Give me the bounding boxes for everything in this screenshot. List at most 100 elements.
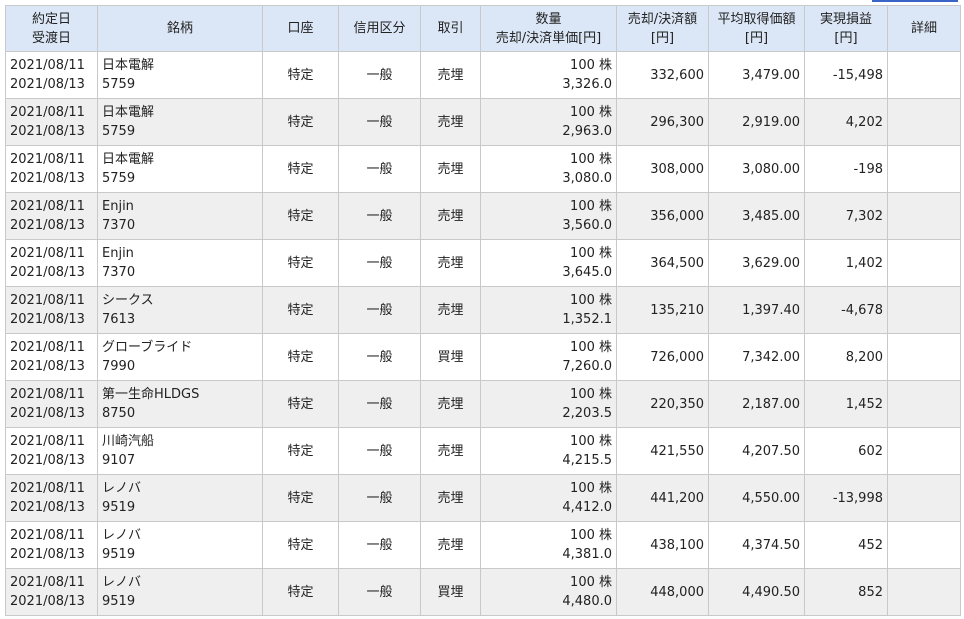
cell-amount: 220,350 bbox=[616, 380, 709, 428]
unit-price: 4,381.0 bbox=[562, 547, 612, 562]
cell-avg-cost: 3,080.00 bbox=[708, 145, 805, 193]
page-link-underline[interactable] bbox=[872, 0, 958, 2]
col-header-amount-bottom: [円] bbox=[650, 30, 675, 46]
cell-realized-pnl: -198 bbox=[804, 145, 888, 193]
quantity: 100 株 bbox=[570, 199, 612, 214]
cell-stock: レノバ 9519 bbox=[97, 521, 263, 569]
cell-stock: レノバ 9519 bbox=[97, 568, 263, 616]
cell-realized-pnl: 452 bbox=[804, 521, 888, 569]
trade-date: 2021/08/11 bbox=[10, 293, 85, 308]
cell-account: 特定 bbox=[262, 333, 339, 381]
cell-credit: 一般 bbox=[338, 427, 421, 475]
cell-amount: 438,100 bbox=[616, 521, 709, 569]
cell-avg-cost: 4,490.50 bbox=[708, 568, 805, 616]
cell-avg-cost: 4,550.00 bbox=[708, 474, 805, 522]
cell-detail bbox=[887, 380, 961, 428]
cell-dates: 2021/08/11 2021/08/13 bbox=[5, 239, 98, 287]
cell-dates: 2021/08/11 2021/08/13 bbox=[5, 98, 98, 146]
cell-stock: シークス 7613 bbox=[97, 286, 263, 334]
cell-amount: 364,500 bbox=[616, 239, 709, 287]
unit-price: 4,480.0 bbox=[562, 594, 612, 609]
cell-account: 特定 bbox=[262, 192, 339, 240]
stock-name: 日本電解 bbox=[102, 105, 155, 120]
cell-amount: 421,550 bbox=[616, 427, 709, 475]
col-header-qty-top: 数量 bbox=[535, 11, 562, 27]
col-header-dates: 約定日 受渡日 bbox=[5, 5, 98, 52]
cell-avg-cost: 2,919.00 bbox=[708, 98, 805, 146]
table-row: 2021/08/11 2021/08/13 レノバ 9519 特定 一般 売埋 100 株 4,… bbox=[5, 474, 961, 522]
stock-code: 9519 bbox=[102, 500, 136, 515]
cell-avg-cost: 1,397.40 bbox=[708, 286, 805, 334]
quantity: 100 株 bbox=[570, 434, 612, 449]
cell-credit: 一般 bbox=[338, 192, 421, 240]
cell-trade: 売埋 bbox=[420, 192, 481, 240]
cell-stock: 川崎汽船 9107 bbox=[97, 427, 263, 475]
unit-price: 3,645.0 bbox=[562, 265, 612, 280]
stock-name: Enjin bbox=[102, 199, 134, 214]
cell-realized-pnl: -15,498 bbox=[804, 51, 888, 99]
unit-price: 7,260.0 bbox=[562, 359, 612, 374]
cell-amount: 308,000 bbox=[616, 145, 709, 193]
col-header-account: 口座 bbox=[262, 5, 339, 52]
stock-code: 5759 bbox=[102, 171, 136, 186]
cell-trade: 売埋 bbox=[420, 239, 481, 287]
stock-name: 日本電解 bbox=[102, 58, 155, 73]
cell-realized-pnl: 1,402 bbox=[804, 239, 888, 287]
settle-date: 2021/08/13 bbox=[10, 218, 85, 233]
quantity: 100 株 bbox=[570, 293, 612, 308]
quantity: 100 株 bbox=[570, 528, 612, 543]
stock-code: 5759 bbox=[102, 77, 136, 92]
cell-account: 特定 bbox=[262, 239, 339, 287]
table-row: 2021/08/11 2021/08/13 シークス 7613 特定 一般 売埋 100 株1… bbox=[5, 286, 961, 334]
trade-date: 2021/08/11 bbox=[10, 58, 85, 73]
cell-account: 特定 bbox=[262, 521, 339, 569]
settle-date: 2021/08/13 bbox=[10, 77, 85, 92]
cell-detail bbox=[887, 286, 961, 334]
cell-account: 特定 bbox=[262, 568, 339, 616]
cell-trade: 売埋 bbox=[420, 51, 481, 99]
cell-stock: Enjin 7370 bbox=[97, 192, 263, 240]
cell-trade: 売埋 bbox=[420, 380, 481, 428]
col-header-amount-top: 売却/決済額 bbox=[627, 11, 698, 27]
quantity: 100 株 bbox=[570, 58, 612, 73]
stock-code: 7613 bbox=[102, 312, 136, 327]
trade-date: 2021/08/11 bbox=[10, 340, 85, 355]
col-header-avg-bottom: [円] bbox=[744, 30, 769, 46]
quantity: 100 株 bbox=[570, 387, 612, 402]
cell-realized-pnl: 1,452 bbox=[804, 380, 888, 428]
settle-date: 2021/08/13 bbox=[10, 359, 85, 374]
cell-stock: 日本電解 5759 bbox=[97, 51, 263, 99]
cell-qty: 100 株 4,215.5 bbox=[480, 427, 617, 475]
cell-detail bbox=[887, 521, 961, 569]
settle-date: 2021/08/13 bbox=[10, 406, 85, 421]
cell-amount: 135,210 bbox=[616, 286, 709, 334]
cell-avg-cost: 4,207.50 bbox=[708, 427, 805, 475]
cell-stock: 日本電解 5759 bbox=[97, 145, 263, 193]
stock-name: 第一生命HLDGS bbox=[102, 387, 200, 402]
trade-date: 2021/08/11 bbox=[10, 481, 85, 496]
col-header-pnl-top: 実現損益 bbox=[819, 11, 872, 27]
trade-date: 2021/08/11 bbox=[10, 528, 85, 543]
trade-date: 2021/08/11 bbox=[10, 246, 85, 261]
cell-trade: 売埋 bbox=[420, 427, 481, 475]
cell-dates: 2021/08/11 2021/08/13 bbox=[5, 51, 98, 99]
cell-realized-pnl: -13,998 bbox=[804, 474, 888, 522]
table-row: 2021/08/11 2021/08/13 日本電解 5759 特定 一般 売埋 100 株 3… bbox=[5, 51, 961, 99]
cell-detail bbox=[887, 239, 961, 287]
col-header-credit: 信用区分 bbox=[338, 5, 421, 52]
cell-credit: 一般 bbox=[338, 568, 421, 616]
cell-qty: 100 株 4,480.0 bbox=[480, 568, 617, 616]
cell-stock: レノバ 9519 bbox=[97, 474, 263, 522]
cell-qty: 100 株 1,352.1 bbox=[480, 286, 617, 334]
unit-price: 2,963.0 bbox=[562, 124, 612, 139]
cell-trade: 買埋 bbox=[420, 333, 481, 381]
stock-name: Enjin bbox=[102, 246, 134, 261]
settle-date: 2021/08/13 bbox=[10, 453, 85, 468]
cell-stock: Enjin 7370 bbox=[97, 239, 263, 287]
col-header-trade: 取引 bbox=[420, 5, 481, 52]
quantity: 100 株 bbox=[570, 340, 612, 355]
table-row: 2021/08/11 2021/08/13 グローブライド 7990 特定 一般 買埋 100… bbox=[5, 333, 961, 381]
unit-price: 2,203.5 bbox=[562, 406, 612, 421]
col-header-amount: 売却/決済額 [円] bbox=[616, 5, 709, 52]
cell-dates: 2021/08/11 2021/08/13 bbox=[5, 192, 98, 240]
